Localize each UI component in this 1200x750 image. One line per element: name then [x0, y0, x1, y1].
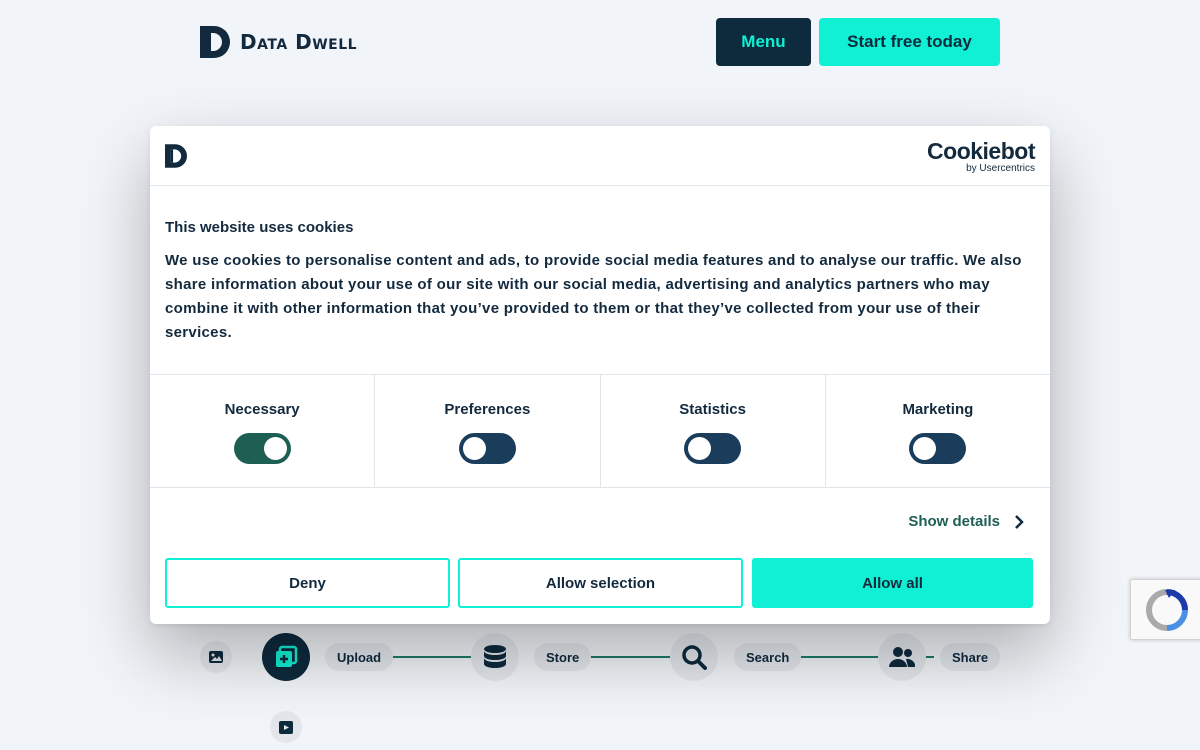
cookie-consent-dialog: Cookiebot by Usercentrics This website u…	[150, 126, 1050, 624]
cookiebot-logo[interactable]: Cookiebot by Usercentrics	[927, 139, 1035, 174]
toggle-knob	[462, 437, 486, 460]
database-icon[interactable]	[471, 633, 519, 681]
step-label-search: Search	[734, 643, 802, 671]
toggle-knob	[688, 437, 712, 460]
dialog-body: This website uses cookies We use cookies…	[150, 186, 1050, 375]
step-label-upload: Upload	[325, 643, 394, 671]
deny-button[interactable]: Deny	[165, 558, 450, 608]
category-label: Marketing	[902, 401, 974, 418]
consent-categories: Necessary Preferences Statistics Marketi…	[150, 375, 1050, 488]
details-row: Show details	[150, 488, 1050, 558]
step-label-share: Share	[940, 643, 1001, 671]
category-marketing: Marketing	[826, 375, 1050, 487]
site-logo[interactable]: Data Dwell	[200, 26, 357, 58]
step-label-store: Store	[534, 643, 592, 671]
users-icon[interactable]	[878, 633, 926, 681]
brand-name: Data Dwell	[240, 30, 358, 54]
category-label: Statistics	[679, 401, 746, 418]
toggle-knob	[263, 437, 287, 460]
category-preferences: Preferences	[375, 375, 601, 487]
image-icon[interactable]	[200, 641, 232, 673]
cookiebot-name: Cookiebot	[927, 138, 1035, 164]
preferences-toggle[interactable]	[458, 433, 516, 464]
category-label: Necessary	[224, 401, 300, 418]
consent-buttons: Deny Allow selection Allow all	[165, 558, 1033, 608]
flow-connector	[590, 656, 675, 658]
cookiebot-sub: by Usercentrics	[966, 163, 1035, 174]
dialog-description: We use cookies to personalise content an…	[165, 252, 1022, 341]
search-icon[interactable]	[670, 633, 718, 681]
site-logo-icon	[165, 144, 187, 168]
flow-connector	[797, 656, 882, 658]
show-details-link[interactable]: Show details	[908, 513, 1024, 530]
category-necessary: Necessary	[150, 375, 376, 487]
statistics-toggle[interactable]	[684, 433, 742, 464]
toggle-knob	[913, 437, 937, 460]
marketing-toggle[interactable]	[909, 433, 967, 464]
site-header: Data Dwell Menu Start free today	[0, 0, 1200, 90]
menu-button[interactable]: Menu	[716, 18, 811, 66]
flow-connector	[390, 656, 475, 658]
video-icon[interactable]	[270, 711, 302, 743]
chevron-right-icon	[1015, 514, 1024, 529]
necessary-toggle[interactable]	[233, 433, 291, 464]
dialog-title: This website uses cookies	[165, 219, 354, 236]
recaptcha-icon	[1146, 588, 1188, 631]
logo-d-icon	[200, 26, 230, 58]
dialog-header: Cookiebot by Usercentrics	[150, 126, 1050, 186]
start-free-button[interactable]: Start free today	[819, 18, 1000, 66]
allow-all-button[interactable]: Allow all	[752, 558, 1033, 608]
category-statistics: Statistics	[601, 375, 826, 487]
category-label: Preferences	[444, 401, 531, 418]
allow-selection-button[interactable]: Allow selection	[458, 558, 743, 608]
workflow-strip: Upload Store Search Share	[0, 630, 1200, 750]
upload-icon[interactable]	[262, 633, 310, 681]
show-details-label: Show details	[908, 513, 1000, 530]
recaptcha-badge[interactable]	[1130, 579, 1200, 640]
